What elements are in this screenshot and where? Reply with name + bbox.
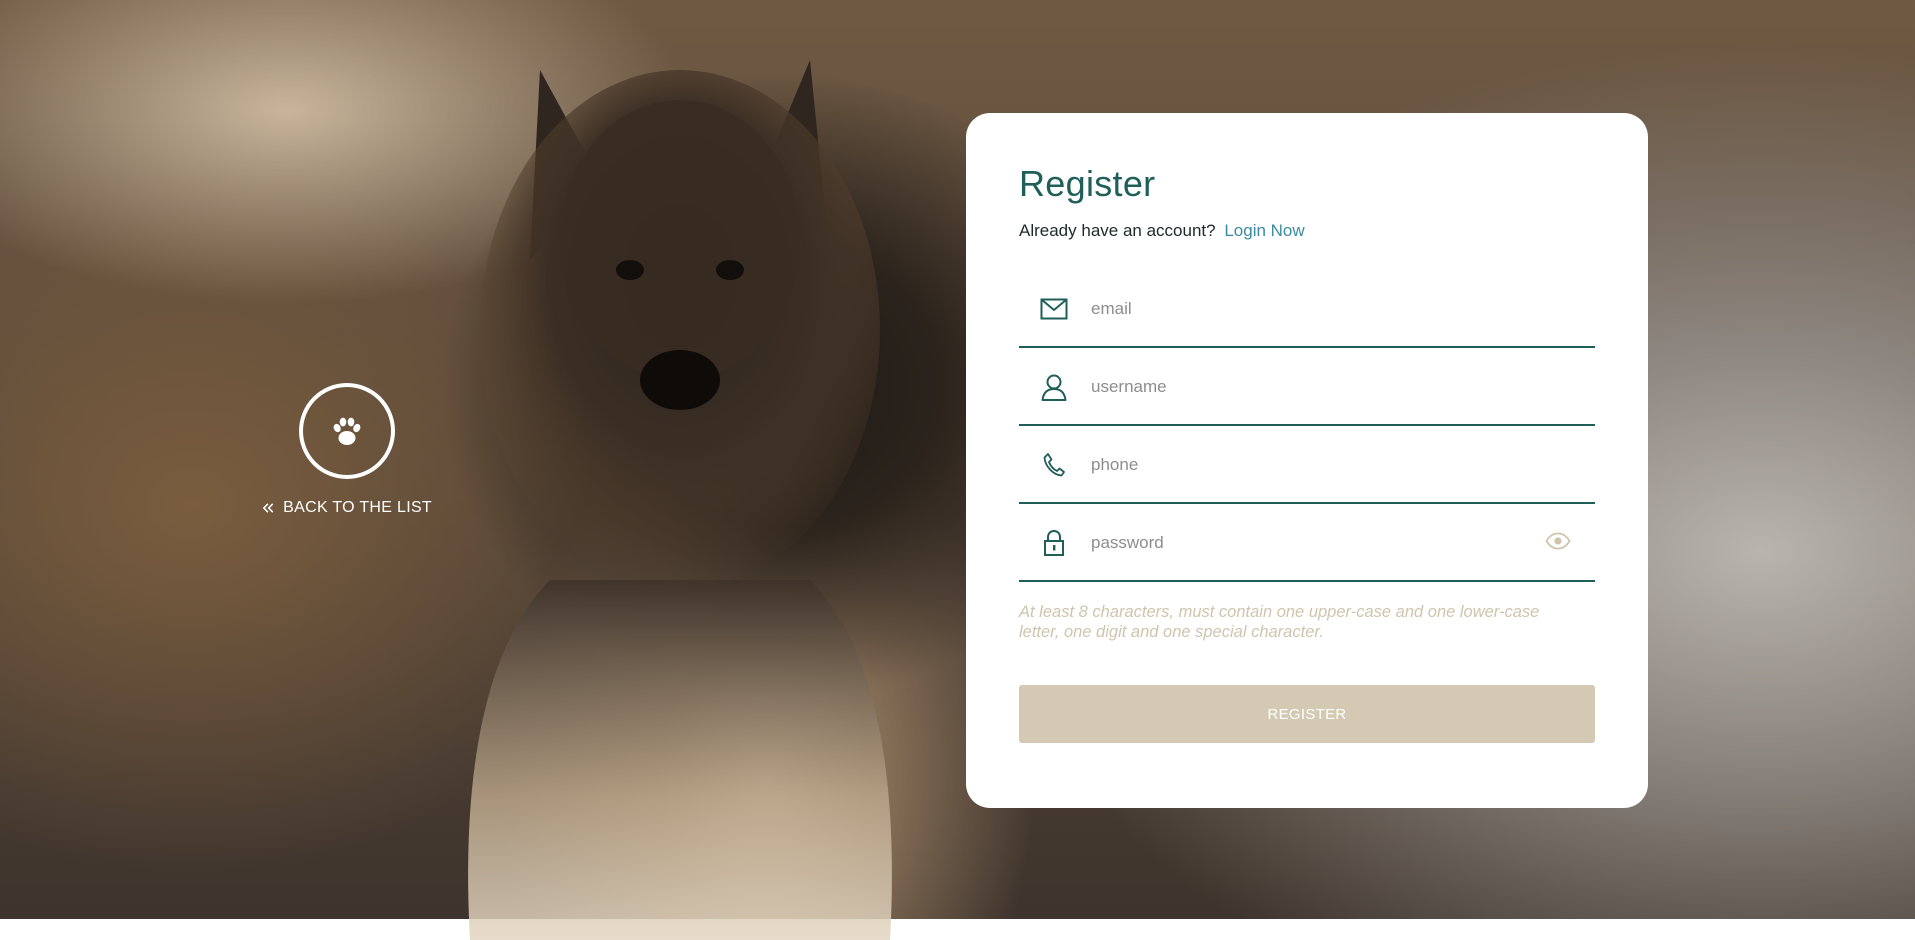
- double-chevron-left-icon: [263, 503, 274, 513]
- envelope-icon: [1039, 294, 1069, 324]
- email-field[interactable]: [1091, 299, 1595, 319]
- back-to-list[interactable]: BACK TO THE LIST: [262, 383, 432, 517]
- login-prompt: Already have an account? Login Now: [1019, 221, 1595, 241]
- register-card: Register Already have an account? Login …: [966, 113, 1648, 808]
- password-field[interactable]: [1091, 533, 1595, 553]
- password-hint: At least 8 characters, must contain one …: [1019, 603, 1540, 641]
- back-to-list-link[interactable]: BACK TO THE LIST: [262, 499, 432, 517]
- dog-silhouette: [468, 60, 892, 940]
- username-field-row: [1019, 350, 1595, 426]
- lock-icon: [1039, 528, 1069, 558]
- register-form: [1019, 272, 1595, 582]
- eye-icon[interactable]: [1545, 532, 1571, 554]
- back-to-list-label: BACK TO THE LIST: [283, 499, 432, 516]
- back-paw-button[interactable]: [299, 383, 395, 479]
- password-field-row: [1019, 506, 1595, 582]
- phone-field-row: [1019, 428, 1595, 504]
- user-icon: [1039, 372, 1069, 402]
- register-button[interactable]: REGISTER: [1019, 685, 1595, 743]
- login-prompt-text: Already have an account?: [1019, 221, 1216, 240]
- page-title: Register: [1019, 163, 1156, 204]
- username-field[interactable]: [1091, 377, 1595, 397]
- email-field-row: [1019, 272, 1595, 348]
- phone-field[interactable]: [1091, 455, 1595, 475]
- paw-icon: [333, 417, 361, 445]
- phone-icon: [1039, 450, 1069, 480]
- login-now-link[interactable]: Login Now: [1224, 221, 1304, 240]
